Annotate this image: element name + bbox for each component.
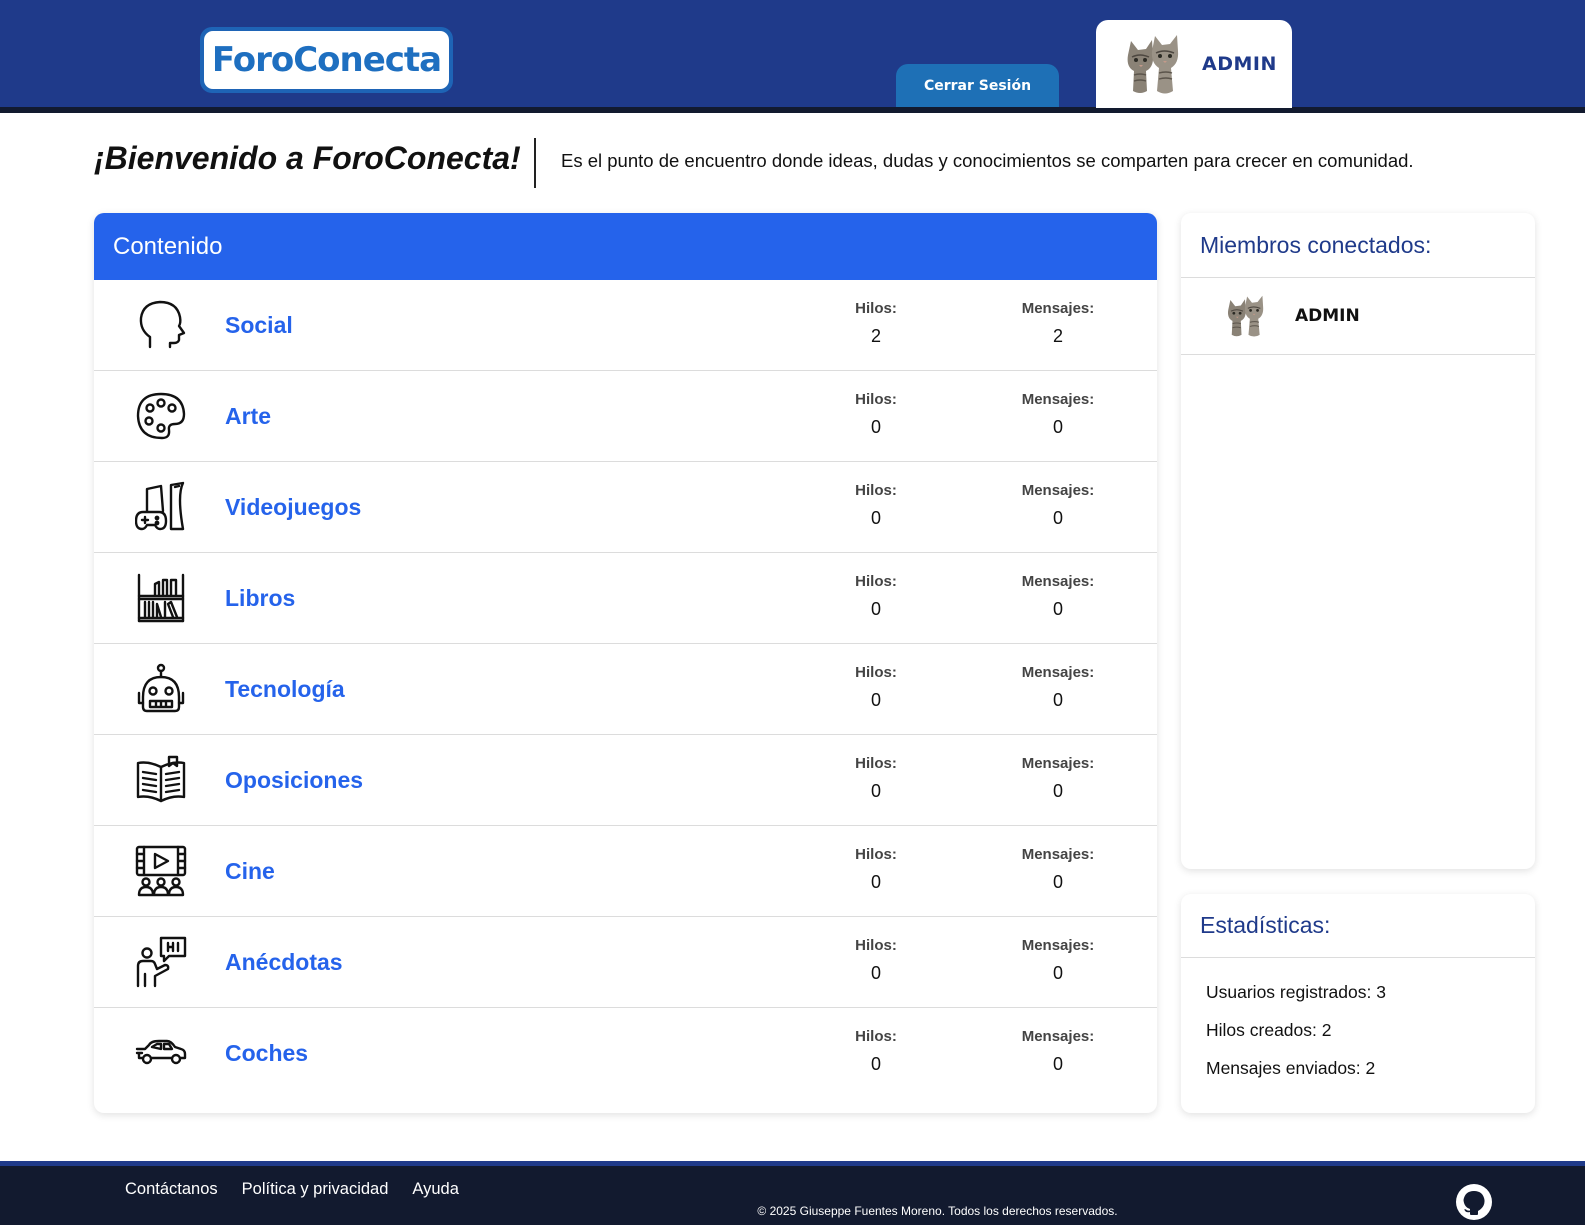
footer-link-help[interactable]: Ayuda: [412, 1180, 459, 1199]
welcome-divider: [534, 138, 536, 188]
logout-button[interactable]: Cerrar Sesión: [896, 64, 1059, 107]
logo-text: ForoConecta: [211, 40, 442, 80]
mensajes-stat: Mensajes: 0: [1021, 1028, 1095, 1074]
hilos-stat: Hilos: 2: [855, 300, 897, 346]
members-panel: Miembros conectados: ADMIN: [1181, 213, 1535, 869]
user-profile-tab[interactable]: ADMIN: [1096, 20, 1292, 108]
footer-links: Contáctanos Política y privacidad Ayuda: [125, 1180, 459, 1199]
category-row-anecdotas: Anécdotas Hilos: 0 Mensajes: 0: [94, 917, 1157, 1008]
hilos-stat: Hilos: 0: [855, 1028, 897, 1074]
foroconecta-logo[interactable]: ForoConecta: [200, 27, 453, 93]
github-icon[interactable]: [1456, 1184, 1492, 1220]
content-panel: Contenido Social Hilos: 2 Mensajes: 2 Ar…: [94, 213, 1157, 1113]
category-link-anecdotas[interactable]: Anécdotas: [225, 949, 343, 976]
category-link-arte[interactable]: Arte: [225, 403, 271, 430]
head-profile-icon: [139, 300, 186, 349]
copyright-text: © 2025 Giuseppe Fuentes Moreno. Todos lo…: [757, 1204, 1118, 1218]
stats-title: Estadísticas:: [1181, 894, 1535, 958]
hilos-stat: Hilos: 0: [855, 846, 897, 892]
category-row-tecnologia: Tecnología Hilos: 0 Mensajes: 0: [94, 644, 1157, 735]
hilos-stat: Hilos: 0: [855, 391, 897, 437]
hilos-stat: Hilos: 0: [855, 664, 897, 710]
mensajes-stat: Mensajes: 0: [1021, 846, 1095, 892]
category-link-social[interactable]: Social: [225, 312, 293, 339]
content-header: Contenido: [94, 213, 1157, 280]
mensajes-stat: Mensajes: 0: [1021, 482, 1095, 528]
footer-copyright-row: © 2025 Giuseppe Fuentes Moreno. Todos lo…: [0, 1204, 1246, 1218]
stats-panel: Estadísticas: Usuarios registrados: 3 Hi…: [1181, 894, 1535, 1113]
footer: Contáctanos Política y privacidad Ayuda …: [0, 1161, 1585, 1225]
hilos-stat: Hilos: 0: [855, 755, 897, 801]
page-title: ¡Bienvenido a ForoConecta!: [94, 140, 521, 176]
hilos-stat: Hilos: 0: [855, 573, 897, 619]
mensajes-stat: Mensajes: 0: [1021, 573, 1095, 619]
stat-registered-users: Usuarios registrados: 3: [1206, 982, 1386, 1002]
stat-messages-sent: Mensajes enviados: 2: [1206, 1058, 1376, 1078]
category-row-coches: Coches Hilos: 0 Mensajes: 0: [94, 1008, 1157, 1099]
stat-threads-created: Hilos creados: 2: [1206, 1020, 1332, 1040]
gamepad-console-icon: [135, 481, 185, 531]
avatar: [1224, 293, 1266, 339]
mensajes-stat: Mensajes: 0: [1021, 755, 1095, 801]
palette-icon: [136, 392, 186, 440]
members-title: Miembros conectados:: [1181, 213, 1535, 278]
category-link-coches[interactable]: Coches: [225, 1040, 308, 1067]
stats-list: Usuarios registrados: 3 Hilos creados: 2…: [1181, 958, 1535, 1079]
category-row-videojuegos: Videojuegos Hilos: 0 Mensajes: 0: [94, 462, 1157, 553]
bookshelf-icon: [137, 573, 185, 623]
category-link-cine[interactable]: Cine: [225, 858, 275, 885]
category-link-libros[interactable]: Libros: [225, 585, 295, 612]
member-item[interactable]: ADMIN: [1181, 278, 1535, 355]
hilos-stat: Hilos: 0: [855, 482, 897, 528]
speaker-hi-icon: [136, 936, 187, 988]
mensajes-stat: Mensajes: 2: [1021, 300, 1095, 346]
category-row-cine: Cine Hilos: 0 Mensajes: 0: [94, 826, 1157, 917]
category-row-arte: Arte Hilos: 0 Mensajes: 0: [94, 371, 1157, 462]
category-link-videojuegos[interactable]: Videojuegos: [225, 494, 361, 521]
cinema-audience-icon: [135, 845, 187, 897]
mensajes-stat: Mensajes: 0: [1021, 937, 1095, 983]
member-name: ADMIN: [1295, 306, 1360, 326]
category-link-oposiciones[interactable]: Oposiciones: [225, 767, 363, 794]
footer-link-privacy[interactable]: Política y privacidad: [242, 1180, 389, 1199]
welcome-description: Es el punto de encuentro donde ideas, du…: [561, 150, 1414, 171]
hilos-stat: Hilos: 0: [855, 937, 897, 983]
footer-link-contact[interactable]: Contáctanos: [125, 1180, 218, 1199]
category-row-oposiciones: Oposiciones Hilos: 0 Mensajes: 0: [94, 735, 1157, 826]
category-link-tecnologia[interactable]: Tecnología: [225, 676, 345, 703]
category-row-libros: Libros Hilos: 0 Mensajes: 0: [94, 553, 1157, 644]
open-book-icon: [136, 755, 186, 803]
mensajes-stat: Mensajes: 0: [1021, 391, 1095, 437]
user-name: ADMIN: [1202, 53, 1277, 75]
robot-icon: [137, 663, 185, 713]
top-header: ForoConecta Cerrar Sesión ADMIN: [0, 0, 1585, 113]
avatar: [1122, 31, 1182, 97]
mensajes-stat: Mensajes: 0: [1021, 664, 1095, 710]
car-icon: [135, 1039, 187, 1065]
category-row-social: Social Hilos: 2 Mensajes: 2: [94, 280, 1157, 371]
